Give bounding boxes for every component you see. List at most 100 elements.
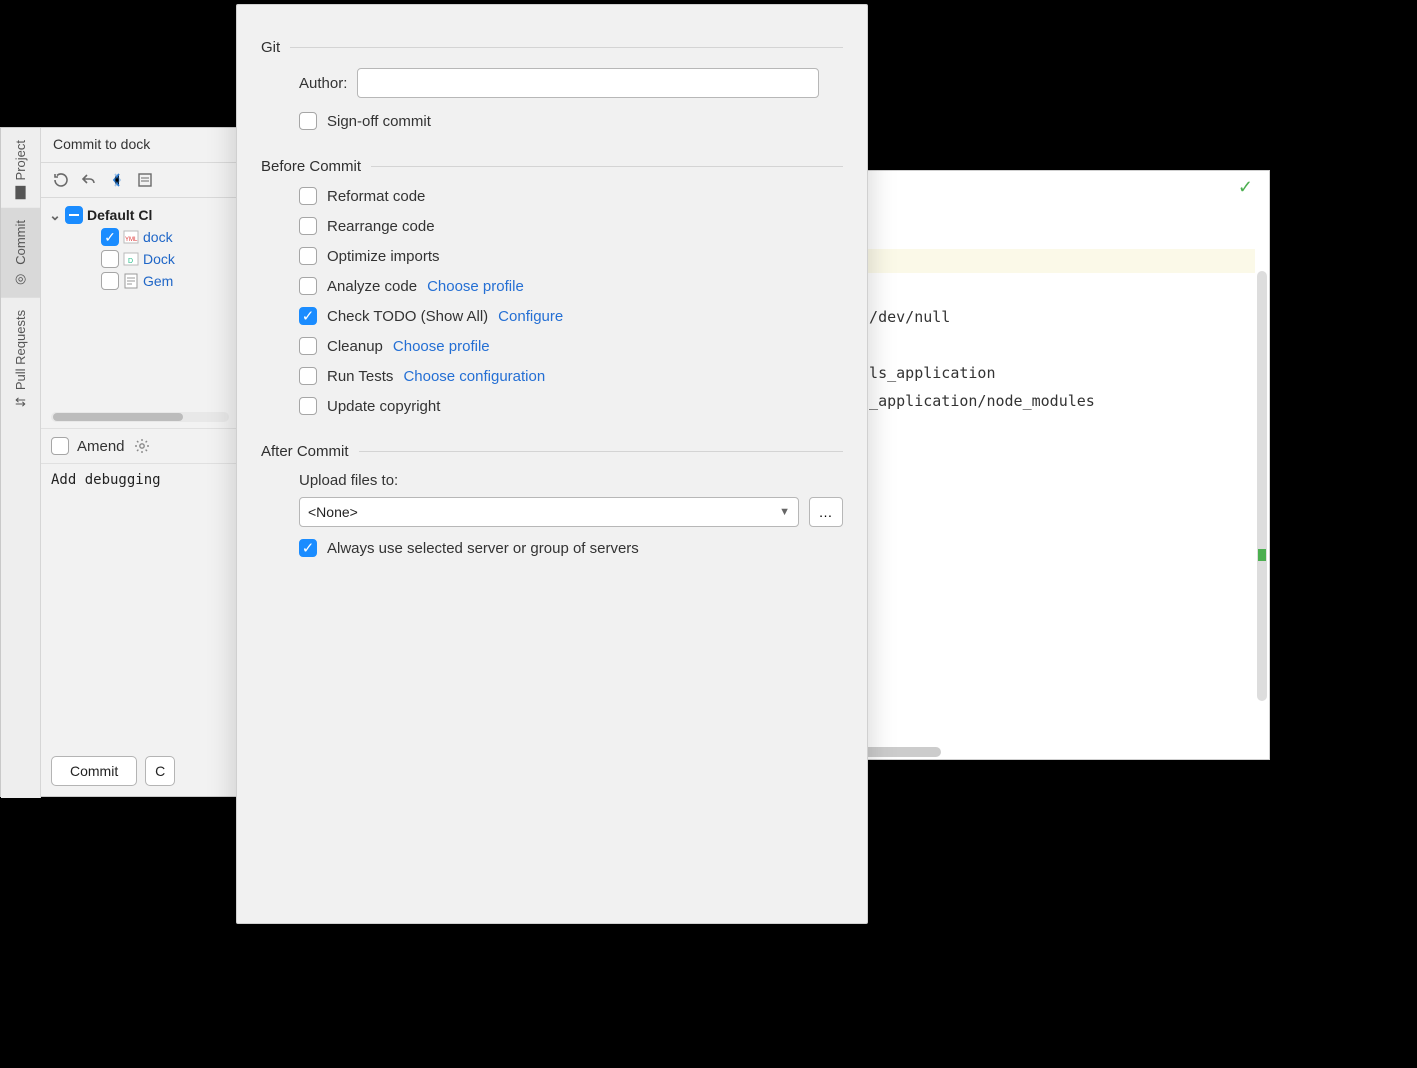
- signoff-row[interactable]: Sign-off commit: [299, 112, 843, 130]
- sidebar-tab-project[interactable]: ▇ Project: [1, 128, 40, 208]
- tree-file-row[interactable]: Gem: [45, 270, 235, 292]
- tree-file-row[interactable]: ✓ YML dock: [45, 226, 235, 248]
- checkbox[interactable]: ✓: [299, 539, 317, 557]
- run-tests-row[interactable]: Run Tests Choose configuration: [299, 367, 843, 385]
- check-todo-row[interactable]: ✓ Check TODO (Show All) Configure: [299, 307, 843, 325]
- file-name: dock: [143, 229, 173, 245]
- signoff-label: Sign-off commit: [327, 113, 431, 130]
- checkbox[interactable]: [299, 367, 317, 385]
- option-label: Cleanup: [327, 338, 383, 355]
- always-use-server-row[interactable]: ✓ Always use selected server or group of…: [299, 539, 843, 557]
- checkbox[interactable]: ✓: [101, 228, 119, 246]
- commit-options-popup: Git Author: Sign-off commit Before Commi…: [236, 4, 868, 924]
- highlighted-line: [851, 249, 1255, 273]
- upload-select[interactable]: <None> ▼: [299, 497, 799, 527]
- run-tests-config-link[interactable]: Choose configuration: [403, 368, 545, 385]
- section-git-title: Git: [261, 39, 843, 56]
- checkbox[interactable]: [299, 247, 317, 265]
- option-label: Analyze code: [327, 278, 417, 295]
- analyze-profile-link[interactable]: Choose profile: [427, 278, 524, 295]
- commit-tool-window: ▇ Project ◎ Commit ⇆ Pull Requests Commi…: [0, 127, 240, 797]
- code-viewport[interactable]: " f /dev/null ails_application ls_applic…: [851, 171, 1269, 583]
- scrollbar-horizontal[interactable]: [51, 412, 229, 422]
- commit-message-area[interactable]: Add debugging: [41, 463, 239, 746]
- pull-request-icon: ⇆: [15, 394, 26, 409]
- amend-checkbox[interactable]: [51, 437, 69, 455]
- changes-tree: ⌄ Default Cl ✓ YML dock D Dock Gem: [41, 198, 239, 428]
- code-line: ls_application/node_modules: [851, 392, 1095, 410]
- panel-title: Commit to dock: [41, 128, 239, 162]
- checkbox[interactable]: [299, 397, 317, 415]
- upload-select-row: <None> ▼ …: [299, 497, 843, 527]
- checkbox[interactable]: ✓: [299, 307, 317, 325]
- svg-text:YML: YML: [125, 237, 138, 243]
- upload-label-row: Upload files to:: [299, 472, 843, 489]
- checkbox-indeterminate[interactable]: [65, 206, 83, 224]
- author-input[interactable]: [357, 68, 819, 98]
- gutter-marker: [1258, 549, 1266, 561]
- rollback-icon[interactable]: [75, 167, 103, 193]
- upload-label: Upload files to:: [299, 472, 398, 489]
- scrollbar-vertical[interactable]: [1257, 271, 1267, 701]
- svg-text:D: D: [128, 258, 133, 265]
- section-after-title: After Commit: [261, 443, 843, 460]
- checkbox[interactable]: [101, 250, 119, 268]
- amend-label: Amend: [77, 438, 125, 455]
- option-label: Update copyright: [327, 398, 440, 415]
- commit-secondary-button[interactable]: C: [145, 756, 175, 786]
- tree-root-label: Default Cl: [87, 207, 152, 223]
- sidebar-tab-label: Project: [13, 140, 28, 180]
- changelist-icon[interactable]: [131, 167, 159, 193]
- diff-icon[interactable]: [103, 167, 131, 193]
- refresh-icon[interactable]: [47, 167, 75, 193]
- rearrange-code-row[interactable]: Rearrange code: [299, 217, 843, 235]
- code-line: ails_application: [851, 364, 996, 382]
- editor-area: ✓ " f /dev/null ails_application ls_appl…: [850, 170, 1270, 760]
- checkbox[interactable]: [299, 277, 317, 295]
- author-row: Author:: [299, 68, 843, 98]
- commit-toolbar: [41, 162, 239, 198]
- commit-icon: ◎: [13, 271, 28, 286]
- ellipsis-icon: …: [819, 504, 834, 520]
- commit-panel-body: Commit to dock ⌄ Default Cl ✓ YML dock: [41, 128, 239, 796]
- author-label: Author:: [299, 75, 347, 92]
- tool-window-tabs: ▇ Project ◎ Commit ⇆ Pull Requests: [1, 128, 41, 798]
- chevron-down-icon[interactable]: ⌄: [49, 207, 61, 224]
- analyze-code-row[interactable]: Analyze code Choose profile: [299, 277, 843, 295]
- cleanup-profile-link[interactable]: Choose profile: [393, 338, 490, 355]
- sidebar-tab-pull-requests[interactable]: ⇆ Pull Requests: [1, 298, 40, 419]
- chevron-down-icon: ▼: [779, 506, 790, 518]
- amend-row: Amend: [41, 428, 239, 463]
- option-label: Check TODO (Show All): [327, 308, 488, 325]
- optimize-imports-row[interactable]: Optimize imports: [299, 247, 843, 265]
- update-copyright-row[interactable]: Update copyright: [299, 397, 843, 415]
- commit-button[interactable]: Commit: [51, 756, 137, 786]
- todo-configure-link[interactable]: Configure: [498, 308, 563, 325]
- option-label: Rearrange code: [327, 218, 435, 235]
- file-name: Gem: [143, 273, 173, 289]
- cleanup-row[interactable]: Cleanup Choose profile: [299, 337, 843, 355]
- reformat-code-row[interactable]: Reformat code: [299, 187, 843, 205]
- before-commit-options: Reformat code Rearrange code Optimize im…: [299, 187, 843, 415]
- file-name: Dock: [143, 251, 175, 267]
- checkbox[interactable]: [101, 272, 119, 290]
- folder-icon: ▇: [16, 184, 26, 199]
- checkbox[interactable]: [299, 187, 317, 205]
- checkbox[interactable]: [299, 217, 317, 235]
- section-before-title: Before Commit: [261, 158, 843, 175]
- sidebar-tab-label: Pull Requests: [13, 310, 28, 390]
- sidebar-tab-label: Commit: [13, 220, 28, 265]
- sidebar-tab-commit[interactable]: ◎ Commit: [1, 208, 40, 298]
- tree-root[interactable]: ⌄ Default Cl: [45, 204, 235, 226]
- commit-buttons: Commit C: [41, 746, 239, 796]
- tree-file-row[interactable]: D Dock: [45, 248, 235, 270]
- option-label: Always use selected server or group of s…: [327, 540, 639, 557]
- gear-icon[interactable]: [133, 437, 151, 455]
- check-icon: ✓: [1238, 177, 1253, 198]
- signoff-checkbox[interactable]: [299, 112, 317, 130]
- option-label: Run Tests: [327, 368, 393, 385]
- commit-message-text: Add debugging: [51, 472, 161, 488]
- text-file-icon: [123, 273, 139, 289]
- checkbox[interactable]: [299, 337, 317, 355]
- upload-more-button[interactable]: …: [809, 497, 843, 527]
